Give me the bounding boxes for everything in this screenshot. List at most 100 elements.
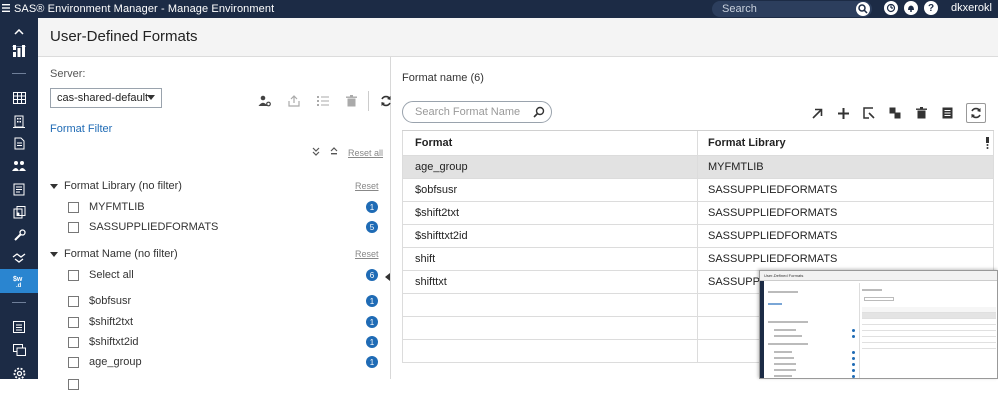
format-search-input[interactable]: Search Format Name: [402, 101, 552, 123]
global-search-placeholder: Search: [722, 3, 757, 15]
checkbox[interactable]: [68, 356, 79, 368]
chevron-down-icon: [50, 183, 58, 189]
format-library-group-header[interactable]: Format Library (no filter): [50, 180, 182, 192]
search-icon[interactable]: [856, 2, 870, 16]
app-menu-icon[interactable]: [2, 3, 12, 15]
search-icon[interactable]: [533, 106, 545, 121]
list-icon[interactable]: [0, 315, 38, 339]
server-select-value: cas-shared-default: [57, 92, 149, 104]
page-title: User-Defined Formats: [50, 28, 198, 45]
dashboard-icon[interactable]: [0, 39, 38, 63]
chevron-down-icon: [147, 95, 155, 100]
refresh-icon[interactable]: [966, 103, 986, 123]
numbered-list-icon[interactable]: [308, 93, 337, 109]
filter-item-label: $shiftxt2id: [89, 336, 139, 348]
checkbox[interactable]: [68, 336, 79, 348]
format-count-label: Format name (6): [402, 72, 484, 84]
filter-item[interactable]: $obfsusr 1: [68, 292, 378, 310]
table-cell-library: SASSUPPLIEDFORMATS: [698, 179, 994, 201]
count-badge: 1: [366, 356, 378, 368]
filter-item-label: $shift2txt: [89, 316, 134, 328]
table-row[interactable]: $shift2txt SASSUPPLIEDFORMATS: [402, 202, 994, 225]
table-header: Format Format Library: [402, 131, 994, 156]
count-badge: 1: [366, 316, 378, 328]
filter-item-label: SASSUPPLIEDFORMATS: [89, 221, 219, 233]
checkbox[interactable]: [68, 295, 79, 307]
column-header-format-library[interactable]: Format Library: [698, 131, 994, 155]
svg-text:.d: .d: [16, 283, 22, 288]
group-title: Format Library (no filter): [64, 180, 182, 192]
tools-icon[interactable]: [0, 223, 38, 247]
filter-item[interactable]: age_group 1: [68, 353, 378, 371]
filter-item[interactable]: SASSUPPLIEDFORMATS 5: [68, 218, 378, 236]
upload-icon[interactable]: [279, 93, 308, 109]
column-header-format[interactable]: Format: [402, 131, 698, 155]
table-row[interactable]: $obfsusr SASSUPPLIEDFORMATS: [402, 179, 994, 202]
checkbox[interactable]: [68, 269, 79, 281]
checkbox[interactable]: [68, 378, 79, 390]
reset-format-library-link[interactable]: Reset: [355, 181, 379, 191]
filter-item[interactable]: Select all 6: [68, 266, 378, 284]
window-icon[interactable]: [0, 338, 38, 362]
filter-pane: Server: cas-shared-default Format Filter…: [38, 57, 391, 390]
edit-icon[interactable]: [856, 104, 882, 122]
global-search-input[interactable]: Search: [712, 1, 872, 17]
reset-format-name-link[interactable]: Reset: [355, 249, 379, 259]
user-menu[interactable]: dkxerokl: [951, 2, 992, 14]
left-navigation: $w .d: [0, 18, 38, 379]
filter-item[interactable]: MYFMTLIB 1: [68, 198, 378, 216]
server-label: Server:: [50, 68, 86, 80]
user-defined-formats-icon[interactable]: $w .d: [0, 269, 38, 293]
count-badge: 6: [366, 269, 378, 281]
filter-item[interactable]: $shift2txt 1: [68, 313, 378, 331]
svg-text:$w: $w: [13, 276, 23, 283]
table-cell-format: age_group: [402, 156, 698, 178]
recent-items-icon[interactable]: [884, 1, 898, 15]
notifications-icon[interactable]: [904, 1, 918, 15]
table-row[interactable]: age_group MYFMTLIB: [402, 156, 994, 179]
server-config-icon[interactable]: [0, 200, 38, 224]
building-icon[interactable]: [0, 109, 38, 133]
page-header: User-Defined Formats: [38, 18, 998, 57]
format-name-group-header[interactable]: Format Name (no filter): [50, 248, 178, 260]
table-cell-library: MYFMTLIB: [698, 156, 994, 178]
count-badge: 5: [366, 221, 378, 233]
chevron-down-icon: [50, 251, 58, 257]
filter-item-label: age_group: [89, 356, 142, 368]
settings-icon[interactable]: [0, 361, 38, 385]
users-icon[interactable]: [0, 154, 38, 178]
copy-icon[interactable]: [882, 104, 908, 122]
checkbox[interactable]: [68, 221, 79, 233]
format-filter-link[interactable]: Format Filter: [50, 123, 112, 135]
collapse-all-icon[interactable]: [330, 147, 338, 158]
checkbox[interactable]: [68, 316, 79, 328]
filter-item-label: Select all: [89, 269, 134, 281]
table-row[interactable]: shift SASSUPPLIEDFORMATS: [402, 248, 994, 271]
column-options-icon[interactable]: [985, 137, 990, 152]
add-icon[interactable]: [830, 104, 856, 122]
server-select[interactable]: cas-shared-default: [50, 88, 162, 108]
table-cell-format: $shift2txt: [402, 202, 698, 224]
count-badge: 1: [366, 295, 378, 307]
table-cell-format: $obfsusr: [402, 179, 698, 201]
handshake-icon[interactable]: [0, 246, 38, 270]
checkbox[interactable]: [68, 201, 79, 213]
collapse-pane-icon[interactable]: [385, 273, 390, 281]
group-title: Format Name (no filter): [64, 248, 178, 260]
reset-all-link[interactable]: Reset all: [348, 148, 383, 158]
screenshot-thumbnail[interactable]: User-Defined Formats: [759, 270, 998, 379]
expand-all-icon[interactable]: [312, 147, 320, 158]
report-icon[interactable]: [0, 177, 38, 201]
help-icon[interactable]: ?: [924, 1, 938, 15]
filter-item[interactable]: $shiftxt2id 1: [68, 333, 378, 351]
document-icon[interactable]: [0, 131, 38, 155]
delete-icon[interactable]: [337, 93, 366, 109]
delete-icon[interactable]: [908, 104, 934, 122]
table-row[interactable]: $shifttxt2id SASSUPPLIEDFORMATS: [402, 225, 994, 248]
user-settings-icon[interactable]: [250, 93, 279, 109]
details-icon[interactable]: [934, 104, 960, 122]
open-icon[interactable]: [804, 104, 830, 122]
table-icon[interactable]: [0, 86, 38, 110]
filter-item-partial[interactable]: [68, 375, 378, 393]
app-title: SAS® Environment Manager - Manage Enviro…: [14, 3, 275, 15]
